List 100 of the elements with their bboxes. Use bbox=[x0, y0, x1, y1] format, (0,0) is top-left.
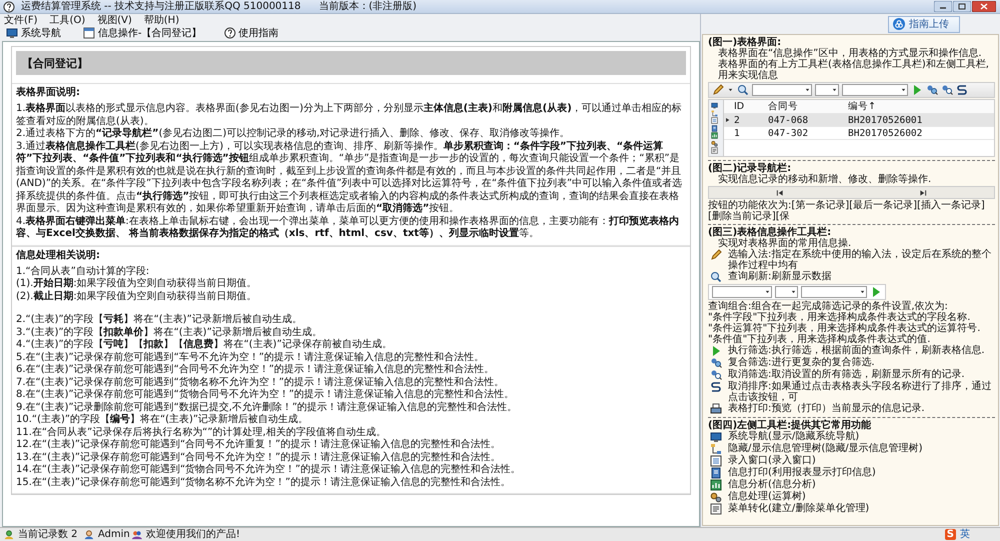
document-icon bbox=[710, 467, 722, 479]
paragraph: 14.在“(主表)”记录保存前您可能遇到“货物合同号不允许为空！”的提示！请注意保证输入信息的完整性和合法性。 bbox=[15, 464, 522, 476]
dropdown-field[interactable] bbox=[815, 84, 839, 96]
status-text: 当前记录数 2 bbox=[18, 529, 78, 540]
description-text: 系统导航(显示/隐藏系统导航) bbox=[728, 431, 860, 442]
magnifier-icon bbox=[737, 84, 749, 96]
description-text: 取消排序:如果通过点击表格表头字段名称进行了排序，通过点击该按钮，可 bbox=[728, 381, 992, 403]
people-search-icon bbox=[710, 369, 722, 381]
sort-icon bbox=[956, 84, 968, 96]
paragraph: 12.在“(主表)”记录保存前您可能遇到“合同号不允许重复！”的提示！请注意保证输入信息的完整性和合法性。 bbox=[15, 439, 502, 452]
status-text: 欢迎使用我们的产品! bbox=[146, 529, 240, 540]
document-icon bbox=[710, 124, 719, 132]
description-text: 查询刷新:刷新显示数据 bbox=[728, 271, 832, 282]
toolbar-button[interactable]: 信息操作-【合同登记】 bbox=[81, 26, 204, 40]
monitor-icon bbox=[6, 27, 18, 39]
dropdown-field[interactable] bbox=[774, 286, 798, 298]
menu-item[interactable]: 工具(O) bbox=[50, 14, 86, 26]
paragraph: 3.“(主表)”的字段【扣款单价】将在“(主表)”记录新增后被自动生成。 bbox=[15, 326, 323, 338]
tree-icon bbox=[710, 443, 722, 455]
paragraph: 7.在“(主表)”记录保存前您可能遇到“货物名称不允许为空！”的提示！请注意保证输入信息的完整性和合法性。 bbox=[15, 376, 506, 388]
table-row[interactable]: 1 047-302 BH20170526002 bbox=[724, 127, 994, 140]
description-text: 按钮的功能依次为:[第一条记录][最后一条记录][插入一条记录][删除当前记录][保 bbox=[708, 200, 986, 222]
column-header[interactable]: ID bbox=[734, 101, 768, 112]
dropdown-field[interactable] bbox=[712, 286, 772, 298]
restore-icon[interactable] bbox=[953, 1, 971, 12]
person-icon bbox=[84, 530, 94, 540]
paragraph: 3.通过表格信息操作工具栏(参见右边图一上方)，可以实现表格信息的查询、排序、刷新等操作。单步累积查询：“条件字段”下拉列表、“条件运算符”下拉列表、“条件值”下拉列表和“执行筛选”按钮组成单步累积查询。“单步”是指查询是一步一步的设置的，每次查询只能设置一个条件；“累积”是指查询设置的条件是累积有效的也就是说在执行新的查询时，截至到上步设置的查询条件都是有效的，而且与本步设置的条件共同起作用，二者是“并且(AND)”的关系。在“条件字段”下拉列表中包含字段名称列表；在“条件值”列表中可以选择对比运算符号，在“条件值下拉列表”中可以输入条件值或者选择系统提供的条件值。点击“执行筛选”按钮，即可执行由这三个列表框选定或者输入的内容构成的条件表达式所构成的查询，查询的结果会直接在表格界面显示。因为这种查询是累积有效的，如果你希望重新开始查询，请单击后面的“取消筛选”按钮。 bbox=[15, 140, 684, 216]
play-icon bbox=[911, 84, 923, 96]
printer-icon bbox=[710, 403, 722, 415]
paragraph: (1).开始日期:如果字段值为空则自动获得当前日期值。 bbox=[15, 278, 258, 290]
menu-item[interactable]: 视图(V) bbox=[97, 14, 132, 26]
toolbar-button[interactable]: 使用指南 bbox=[222, 26, 281, 40]
table-cell-text: 047-068 bbox=[768, 114, 810, 126]
table-cell-text: BH20170526002 bbox=[848, 128, 924, 138]
paragraph: 4.“(主表)”的字段【亏吨】【扣款】【信息费】将在“(主表)”记录保存前被自动生成。 bbox=[15, 339, 393, 352]
paragraph: 1.表格界面以表格的形式显示信息内容。表格界面(参见右边图一)分为上下两部分，分别显示主体信息(主表)和附属信息(从表)，可以通过单击相应的标签查看对应的附属信息(从表)。 bbox=[15, 103, 683, 127]
form-icon bbox=[710, 455, 722, 467]
close-icon[interactable] bbox=[972, 1, 996, 12]
section-heading: (图四)左侧工具栏:提供其它常用功能 bbox=[708, 420, 872, 431]
description-text: 实现信息记录的移动和新增、修改、删除等操作. bbox=[717, 174, 932, 185]
paragraph: 1.“合同从表”自动计算的字段: bbox=[15, 266, 150, 278]
dropdown-field[interactable] bbox=[801, 286, 867, 298]
column-header[interactable]: 合同号 bbox=[768, 101, 848, 112]
section-heading: (图二)记录导航栏: bbox=[708, 163, 792, 174]
description-text: "条件值"下拉列表，用来选择构成条件表达式的值. bbox=[708, 334, 930, 345]
gears-icon bbox=[710, 491, 722, 503]
description-text: 查询组合:组合在一起完成筛选记录的条件设置,依次为: bbox=[708, 301, 949, 312]
person-icon bbox=[4, 530, 14, 540]
help-icon bbox=[3, 0, 15, 12]
people-search-icon bbox=[710, 357, 722, 369]
column-header[interactable]: 编号↑ bbox=[848, 101, 994, 112]
description-text: 取消筛选:取消设置的所有筛选，刷新显示所有的记录. bbox=[728, 369, 966, 380]
row-pointer-icon bbox=[724, 116, 732, 124]
menu-icon bbox=[710, 503, 722, 515]
description-text: "条件运算符"下拉列表，用来选择构成条件表达式的运算符号. bbox=[708, 323, 982, 334]
chart-icon bbox=[710, 132, 719, 139]
paragraph: 8.在“(主表)”记录保存前您可能遇到“货物合同号不允许为空！”的提示！请注意保证输入信息的完整性和合法性。 bbox=[15, 389, 516, 402]
status-text: Admin bbox=[98, 529, 130, 540]
dropdown-field[interactable] bbox=[752, 84, 812, 96]
play-icon bbox=[710, 345, 722, 357]
sort-icon bbox=[710, 381, 722, 393]
gears-icon bbox=[710, 140, 719, 146]
ime-logo[interactable]: S bbox=[944, 529, 956, 540]
table-cell-text: 2 bbox=[734, 114, 741, 126]
ime-mode-toggle[interactable]: 英 bbox=[960, 529, 970, 540]
people-search-icon bbox=[941, 84, 953, 96]
dropdown-field[interactable] bbox=[842, 84, 908, 96]
toolbar-button[interactable]: 系统导航 bbox=[4, 26, 63, 40]
monitor-icon bbox=[710, 102, 719, 109]
section-heading: (图三)表格信息操作工具栏: bbox=[708, 227, 832, 238]
description-text: 实现对表格界面的常用信息操. bbox=[717, 238, 852, 249]
paragraph: 9.在“(主表)”记录删除前您可能遇到“数据已提交,不允许删除！”的提示！请注意保证输入信息的完整性和合法性。 bbox=[15, 402, 518, 414]
minimize-icon[interactable] bbox=[934, 1, 952, 12]
description-text: 信息分析(信息分析) bbox=[728, 479, 817, 490]
paragraph: 2.通过表格下方的“记录导航栏”(参见右边图二)可以控制记录的移动,对记录进行插入、删除、修改、保存、取消修改等操作。 bbox=[15, 128, 571, 140]
description-text: 信息处理(运算树) bbox=[728, 491, 807, 502]
window-icon bbox=[83, 27, 95, 39]
description-text: 表格打印:预览（打印）当前显示的信息记录. bbox=[728, 403, 926, 414]
menu-item[interactable]: 文件(F) bbox=[4, 14, 38, 26]
section-heading: 表格界面说明: bbox=[12, 83, 690, 101]
caret-icon bbox=[900, 86, 907, 94]
caret-icon bbox=[790, 288, 798, 296]
description-text: 录入窗口(录入窗口) bbox=[728, 455, 817, 466]
description-text: 表格界面在“信息操作”区中，用表格的方式显示和操作信息. bbox=[717, 48, 982, 59]
description-text: "条件字段"下拉列表，用来选择构成条件表达式的字段名称. bbox=[708, 312, 972, 323]
paragraph: 5.在“(主表)”记录保存前您可能遇到“车号不允许为空！”的提示！请注意保证输入信息的完整性和合法性。 bbox=[15, 352, 486, 364]
paragraph: 2.“(主表)”的字段【亏耗】将在“(主表)”记录新增后被自动生成。 bbox=[15, 314, 303, 326]
pencil-icon bbox=[710, 249, 722, 261]
paragraph: 4.表格界面右键弹出菜单:在表格上单击鼠标右键，会出现一个弹出菜单，菜单可以更方便的使用和操作表格界面的信息，主要功能有：打印预览表格内容、与Excel交换数据、 将当前表格数据保存为指定的格式（xls、rtf、html、csv、txt等）、列显示临时设置等。 bbox=[15, 216, 680, 240]
window-title: 运费结算管理系统 -- 技术支持与注册正版联系QQ 510000118 bbox=[21, 0, 301, 12]
upload-button[interactable]: 指南上传 bbox=[888, 16, 960, 32]
form-icon bbox=[710, 117, 719, 124]
section-heading: (图一)表格界面: bbox=[708, 37, 782, 48]
chart-icon bbox=[710, 479, 722, 491]
people-icon bbox=[132, 530, 142, 540]
paragraph: (2).截止日期:如果字段值为空则自动获得当前日期值。 bbox=[15, 290, 258, 303]
menu-item[interactable]: 帮助(H) bbox=[144, 14, 180, 26]
caret-icon bbox=[831, 86, 838, 94]
first-record-icon bbox=[776, 188, 784, 196]
table-row[interactable]: 2 047-068 BH20170526001 bbox=[724, 114, 994, 127]
